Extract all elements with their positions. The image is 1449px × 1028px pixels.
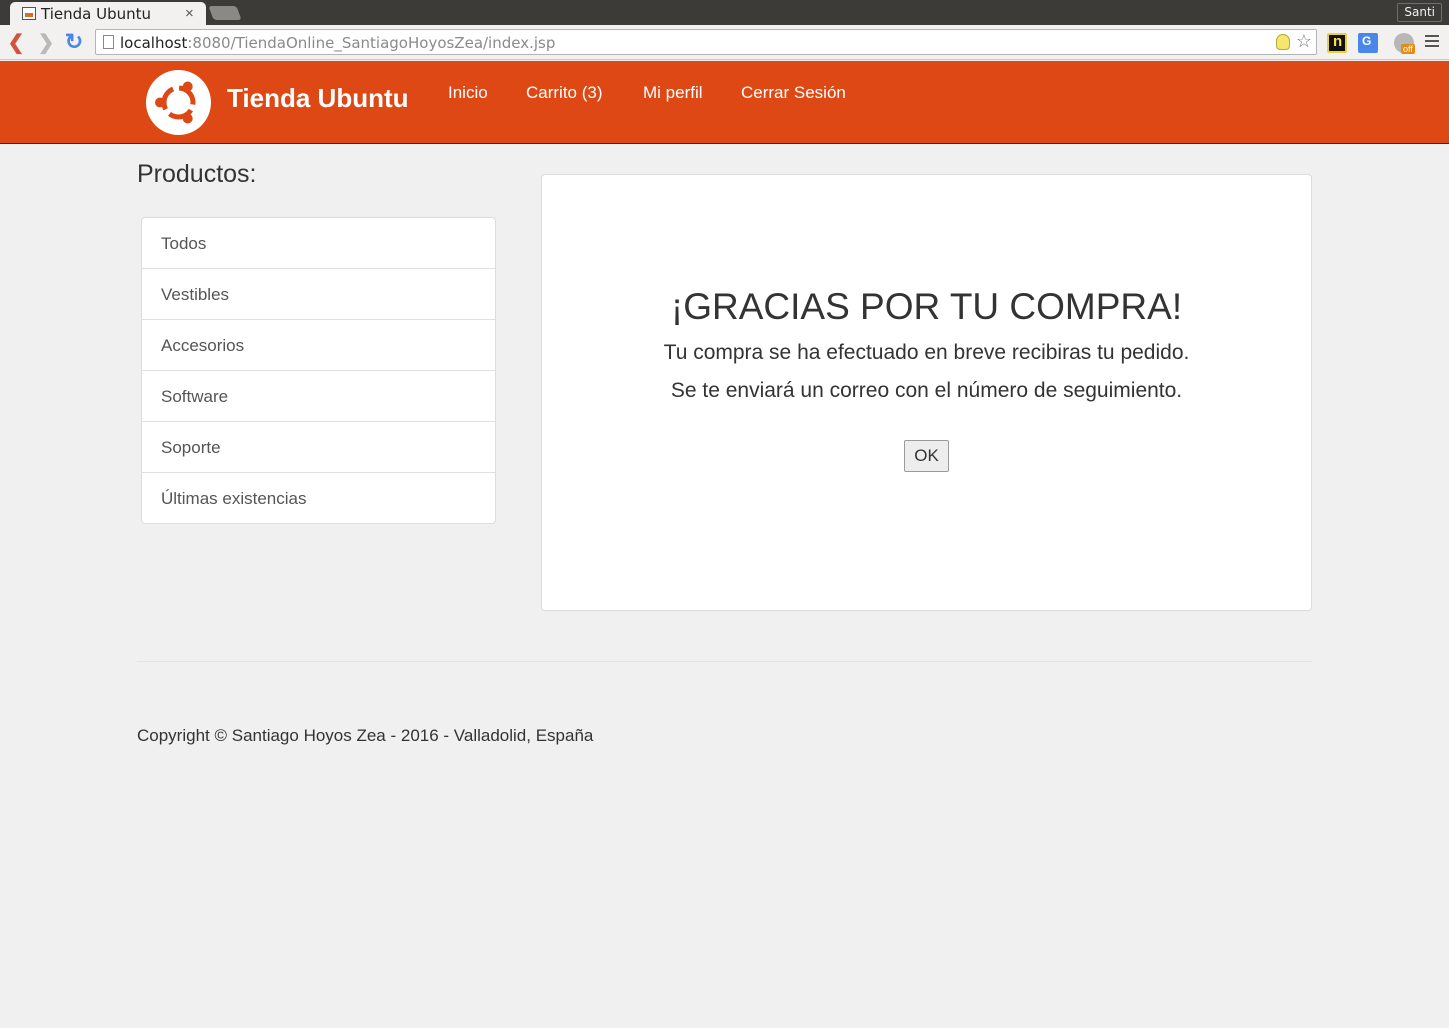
ok-button[interactable]: OK	[904, 440, 949, 472]
confirmation-message: Tu compra se ha efectuado en breve recib…	[663, 341, 1190, 364]
page-icon	[103, 35, 114, 49]
category-vestibles[interactable]: Vestibles	[142, 269, 495, 320]
back-arrow-icon[interactable]: ❮	[5, 31, 27, 54]
bookmark-star-icon[interactable]: ☆	[1296, 31, 1312, 52]
close-tab-icon[interactable]: ×	[185, 5, 194, 22]
site-navbar: Tienda Ubuntu Inicio Carrito (3) Mi perf…	[0, 61, 1449, 144]
tab-title: Tienda Ubuntu	[41, 5, 151, 23]
confirmation-panel: ¡GRACIAS POR TU COMPRA! Tu compra se ha …	[541, 174, 1312, 611]
reload-icon[interactable]: ↻	[63, 29, 85, 54]
category-todos[interactable]: Todos	[142, 218, 495, 269]
browser-toolbar: ❮ ❯ ↻ localhost:8080/TiendaOnline_Santia…	[0, 25, 1449, 60]
new-tab-button[interactable]	[208, 6, 242, 20]
category-software[interactable]: Software	[142, 371, 495, 422]
url-path: :8080/TiendaOnline_SantiagoHoyosZea/inde…	[187, 34, 556, 52]
address-bar[interactable]: localhost:8080/TiendaOnline_SantiagoHoyo…	[95, 29, 1317, 55]
profile-button[interactable]: Santi	[1397, 3, 1442, 22]
nav-cerrar-sesion[interactable]: Cerrar Sesión	[741, 83, 846, 103]
footer-copyright: Copyright © Santiago Hoyos Zea - 2016 - …	[137, 726, 594, 745]
category-list: Todos Vestibles Accesorios Software Sopo…	[141, 217, 496, 524]
brand-title[interactable]: Tienda Ubuntu	[227, 83, 409, 114]
ubuntu-logo-icon[interactable]	[146, 70, 211, 135]
extension-n-icon[interactable]	[1327, 33, 1347, 53]
url-text[interactable]: localhost:8080/TiendaOnline_SantiagoHoyo…	[120, 34, 555, 52]
thanks-heading: ¡GRACIAS POR TU COMPRA!	[670, 286, 1183, 327]
category-soporte[interactable]: Soporte	[142, 422, 495, 473]
category-ultimas-existencias[interactable]: Últimas existencias	[142, 473, 495, 523]
nav-inicio[interactable]: Inicio	[448, 83, 488, 103]
hamburger-menu-icon[interactable]	[1425, 35, 1439, 49]
lightbulb-icon[interactable]	[1276, 34, 1290, 50]
footer-divider	[137, 661, 1312, 662]
url-host: localhost	[120, 34, 188, 52]
forward-arrow-icon[interactable]: ❯	[35, 31, 57, 54]
category-accesorios[interactable]: Accesorios	[142, 320, 495, 371]
extension-off-icon[interactable]	[1394, 33, 1415, 54]
nav-carrito[interactable]: Carrito (3)	[526, 83, 603, 103]
favicon-icon	[22, 7, 36, 20]
browser-tabstrip: Tienda Ubuntu × Santi	[0, 0, 1449, 25]
products-heading: Productos:	[137, 160, 257, 188]
browser-tab[interactable]: Tienda Ubuntu ×	[10, 2, 206, 25]
translate-icon[interactable]	[1358, 33, 1378, 53]
tracking-message: Se te enviará un correo con el número de…	[670, 379, 1183, 402]
nav-mi-perfil[interactable]: Mi perfil	[643, 83, 703, 103]
